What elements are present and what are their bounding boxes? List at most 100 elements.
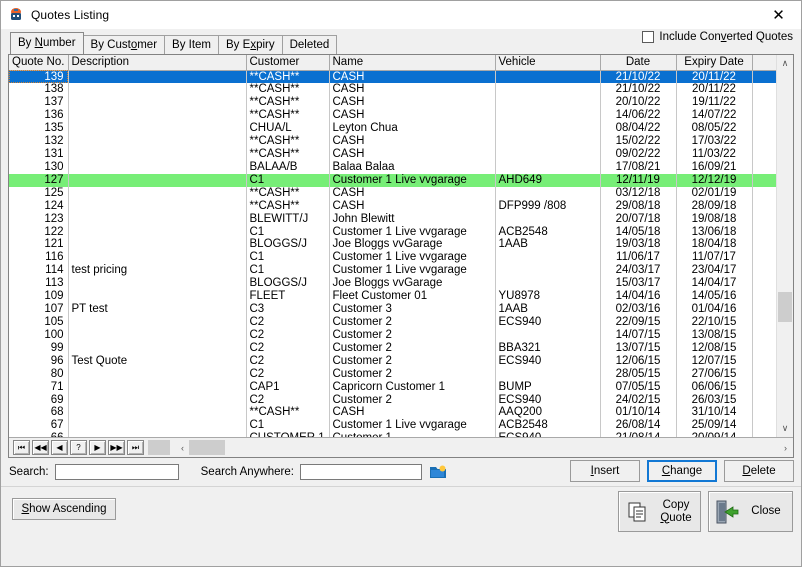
delete-button[interactable]: Delete	[724, 460, 794, 482]
cell-date: 01/10/14	[600, 406, 677, 420]
table-row[interactable]: 100 C2 Customer 2 14/07/15 13/08/15	[9, 328, 783, 342]
table-row[interactable]: 136 **CASH** CASH 14/06/22 14/07/22	[9, 109, 783, 123]
cell-quote_no: 109	[9, 290, 69, 304]
cell-date: 20/07/18	[600, 212, 677, 226]
prev-record-button[interactable]: ◀	[51, 440, 68, 455]
search-input[interactable]	[54, 464, 179, 480]
cell-date: 19/03/18	[600, 238, 677, 252]
column-header-vehicle[interactable]: Vehicle	[495, 55, 601, 71]
table-row[interactable]: 96 Test Quote C2 Customer 2 ECS940 12/06/15 12…	[9, 354, 783, 368]
horizontal-scrollbar[interactable]: ‹ ›	[176, 439, 792, 456]
table-row[interactable]: 116 C1 Customer 1 Live vvgarage 11/06/17 11/…	[9, 251, 783, 265]
cell-vehicle	[495, 122, 601, 136]
cell-vehicle: BUMP	[495, 380, 601, 394]
scroll-up-arrow-icon[interactable]: ∧	[777, 55, 793, 72]
tab-by-expiry[interactable]: By Expiry	[218, 35, 283, 54]
table-row[interactable]: 114 test pricing C1 Customer 1 Live vvgarag…	[9, 264, 783, 278]
scroll-down-arrow-icon[interactable]: ∨	[777, 420, 793, 437]
table-row[interactable]: 130 BALAA/B Balaa Balaa 17/08/21 16/09/21	[9, 160, 783, 174]
column-header-date[interactable]: Date	[600, 55, 677, 71]
scroll-right-arrow-icon[interactable]: ›	[779, 440, 792, 455]
show-ascending-button[interactable]: Show Ascending	[12, 498, 116, 520]
table-row[interactable]: 67 C1 Customer 1 Live vvgarage ACB2548 26/08…	[9, 419, 783, 433]
close-button-label: Close	[751, 505, 781, 517]
table-row[interactable]: 69 C2 Customer 2 ECS940 24/02/15 26/03/15	[9, 393, 783, 407]
quotes-table: Quote No. Description Customer Name Vehicle D…	[9, 55, 783, 446]
table-row[interactable]: 121 BLOGGS/J Joe Bloggs vvGarage 1AAB 19/03/…	[9, 238, 783, 252]
cell-vehicle: ACB2548	[495, 225, 601, 239]
hscroll-track[interactable]	[189, 440, 779, 455]
cell-date: 17/08/21	[600, 160, 677, 174]
checkbox-box[interactable]	[642, 31, 655, 43]
vscroll-track[interactable]	[777, 72, 793, 420]
table-row[interactable]: 105 C2 Customer 2 ECS940 22/09/15 22/10/15	[9, 316, 783, 329]
table-row[interactable]: 113 BLOGGS/J Joe Bloggs vvGarage 15/03/17 14…	[9, 277, 783, 291]
cell-description	[68, 316, 247, 329]
cell-expiry_date: 19/11/22	[676, 96, 753, 110]
table-row[interactable]: 124 **CASH** CASH DFP999 /808 29/08/18 28/09/…	[9, 199, 783, 213]
cell-name: Joe Bloggs vvGarage	[329, 238, 496, 252]
change-button[interactable]: Change	[647, 460, 717, 482]
table-row[interactable]: 107 PT test C3 Customer 3 1AAB 02/03/16 01/04/…	[9, 303, 783, 317]
table-row[interactable]: 132 **CASH** CASH 15/02/22 17/03/22	[9, 135, 783, 149]
vertical-scrollbar[interactable]: ∧ ∨	[776, 55, 793, 437]
include-converted-quotes-checkbox[interactable]: Include Converted Quotes	[642, 31, 793, 43]
cell-name: Capricorn Customer 1	[329, 380, 496, 394]
column-header-expiry_date[interactable]: Expiry Date	[676, 55, 753, 71]
folder-open-icon[interactable]	[429, 465, 446, 479]
tab-by-number[interactable]: By Number	[10, 32, 84, 54]
quotes-listing-window: Quotes Listing ✕ By Number By Customer B…	[0, 0, 802, 567]
tab-by-item[interactable]: By Item	[164, 35, 220, 54]
table-header-row: Quote No. Description Customer Name Vehicle D…	[9, 55, 783, 71]
insert-button[interactable]: Insert	[570, 460, 640, 482]
cell-description	[68, 290, 247, 304]
cell-name: Customer 3	[329, 303, 496, 317]
next-page-button[interactable]: ▶▶	[108, 440, 125, 455]
column-header-quote_no[interactable]: Quote No.	[9, 55, 69, 71]
cell-vehicle	[495, 83, 601, 97]
table-row[interactable]: 123 BLEWITT/J John Blewitt 20/07/18 19/08/18	[9, 212, 783, 226]
next-record-button[interactable]: ▶	[89, 440, 106, 455]
column-header-customer[interactable]: Customer	[246, 55, 330, 71]
last-record-button[interactable]: ⏭	[127, 440, 144, 455]
table-row[interactable]: 131 **CASH** CASH 09/02/22 11/03/22	[9, 148, 783, 161]
first-record-button[interactable]: ⏮	[13, 440, 30, 455]
help-button[interactable]: ?	[70, 440, 87, 455]
tab-by-customer[interactable]: By Customer	[82, 35, 166, 54]
table-row[interactable]: 138 **CASH** CASH 21/10/22 20/11/22	[9, 83, 783, 97]
column-header-description[interactable]: Description	[68, 55, 247, 71]
vscroll-thumb[interactable]	[778, 292, 792, 322]
cell-customer: C2	[246, 316, 330, 329]
tab-deleted[interactable]: Deleted	[281, 35, 338, 54]
close-button[interactable]: Close	[708, 491, 793, 532]
cell-quote_no: 105	[9, 316, 69, 329]
table-row[interactable]: 71 CAP1 Capricorn Customer 1 BUMP 07/05/15 06…	[9, 380, 783, 394]
search-anywhere-input[interactable]	[299, 464, 422, 480]
prev-page-button[interactable]: ◀◀	[32, 440, 49, 455]
table-row[interactable]: 109 FLEET Fleet Customer 01 YU8978 14/04/16 1…	[9, 290, 783, 304]
cell-customer: **CASH**	[246, 186, 330, 200]
table-row[interactable]: 99 C2 Customer 2 BBA321 13/07/15 12/08/15	[9, 341, 783, 355]
table-row[interactable]: 135 CHUA/L Leyton Chua 08/04/22 08/05/22	[9, 122, 783, 136]
table-row[interactable]: 125 **CASH** CASH 03/12/18 02/01/19	[9, 186, 783, 200]
table-row[interactable]: 68 **CASH** CASH AAQ200 01/10/14 31/10/14	[9, 406, 783, 420]
cell-description: Test Quote	[68, 354, 247, 368]
copy-quote-button[interactable]: Copy Quote	[618, 491, 701, 532]
cell-customer: **CASH**	[246, 148, 330, 161]
table-row[interactable]: 139 **CASH** CASH 21/10/22 20/11/22	[9, 70, 783, 84]
cell-expiry_date: 16/09/21	[676, 160, 753, 174]
table-row[interactable]: 137 **CASH** CASH 20/10/22 19/11/22	[9, 96, 783, 110]
cell-customer: BLOGGS/J	[246, 238, 330, 252]
window-close-button[interactable]: ✕	[756, 1, 801, 29]
cell-description	[68, 341, 247, 355]
nav-spacer	[148, 440, 170, 455]
scroll-left-arrow-icon[interactable]: ‹	[176, 440, 189, 455]
column-header-name[interactable]: Name	[329, 55, 496, 71]
cell-date: 09/02/22	[600, 148, 677, 161]
table-row[interactable]: 127 C1 Customer 1 Live vvgarage AHD649 12/11…	[9, 173, 783, 187]
hscroll-thumb[interactable]	[189, 440, 225, 455]
table-row[interactable]: 122 C1 Customer 1 Live vvgarage ACB2548 14/0…	[9, 225, 783, 239]
cell-name: Customer 2	[329, 354, 496, 368]
table-row[interactable]: 80 C2 Customer 2 28/05/15 27/06/15	[9, 367, 783, 381]
cell-description	[68, 135, 247, 149]
